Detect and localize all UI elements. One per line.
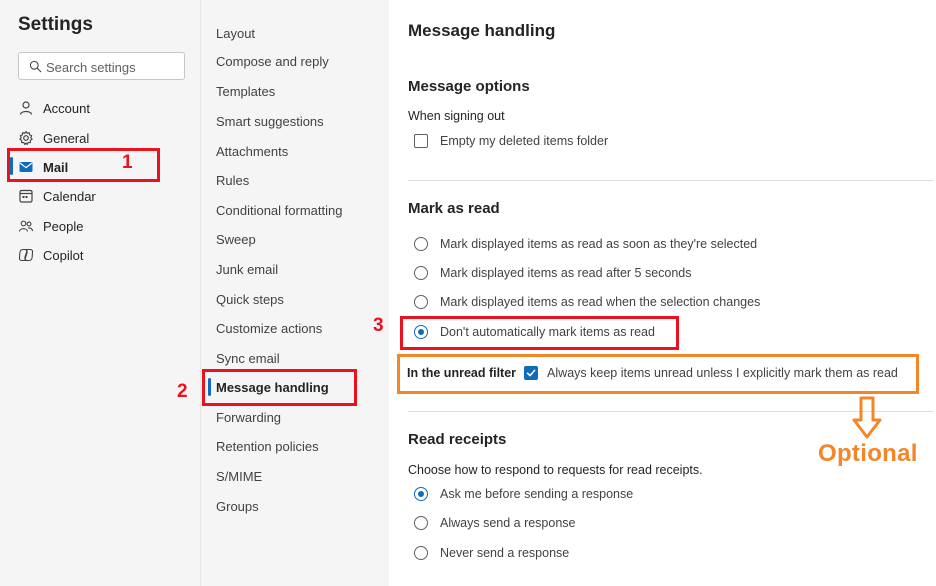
annotation-step-1: 1 — [122, 152, 133, 173]
radio-mark-read-after-5s[interactable]: Mark displayed items as read after 5 sec… — [414, 263, 692, 283]
radio-label: Always send a response — [440, 516, 576, 530]
settings-title: Settings — [18, 14, 93, 35]
annotation-box-message-handling — [202, 369, 357, 406]
section-title-message-options: Message options — [408, 78, 530, 95]
search-settings-box[interactable] — [18, 52, 185, 80]
subnav-item-templates[interactable]: Templates — [216, 83, 275, 101]
annotation-box-mail — [7, 148, 160, 182]
subnav-item-rules[interactable]: Rules — [216, 172, 249, 190]
subnav-item-conditional-formatting[interactable]: Conditional formatting — [216, 202, 342, 220]
annotation-optional-label: Optional — [818, 440, 918, 467]
nav-item-label: Account — [43, 100, 90, 116]
nav-item-people[interactable]: People — [18, 215, 83, 237]
empty-deleted-items-checkbox[interactable]: Empty my deleted items folder — [414, 131, 608, 151]
subnav-item-retention-policies[interactable]: Retention policies — [216, 438, 319, 456]
section-divider — [408, 180, 934, 181]
annotation-box-dont-mark-read — [400, 316, 679, 350]
nav-item-general[interactable]: General — [18, 127, 89, 149]
subnav-item-sweep[interactable]: Sweep — [216, 231, 256, 249]
subnav-item-smime[interactable]: S/MIME — [216, 468, 262, 486]
radio-mark-read-on-select[interactable]: Mark displayed items as read as soon as … — [414, 234, 757, 254]
radio-mark-read-on-selection-change[interactable]: Mark displayed items as read when the se… — [414, 292, 760, 312]
annotation-step-2: 2 — [177, 381, 188, 402]
radio-ask-before-sending[interactable]: Ask me before sending a response — [414, 484, 633, 504]
section-title-mark-as-read: Mark as read — [408, 200, 500, 217]
arrow-down-icon — [852, 396, 882, 439]
annotation-step-3: 3 — [373, 315, 384, 336]
subnav-item-customize-actions[interactable]: Customize actions — [216, 320, 322, 338]
subnav-item-smart-suggestions[interactable]: Smart suggestions — [216, 113, 324, 131]
person-icon — [19, 101, 33, 115]
radio-label: Mark displayed items as read after 5 sec… — [440, 266, 692, 280]
subnav-item-forwarding[interactable]: Forwarding — [216, 409, 281, 427]
gear-icon — [19, 130, 33, 146]
radio-label: Mark displayed items as read as soon as … — [440, 237, 758, 251]
read-receipts-description: Choose how to respond to requests for re… — [408, 463, 703, 477]
nav-item-account[interactable]: Account — [18, 97, 90, 119]
subnav-item-quick-steps[interactable]: Quick steps — [216, 291, 284, 309]
page-title: Message handling — [408, 21, 556, 40]
nav-item-copilot[interactable]: Copilot — [18, 244, 83, 266]
radio-label: Mark displayed items as read when the se… — [440, 295, 761, 309]
radio-never-send[interactable]: Never send a response — [414, 543, 569, 563]
nav-item-label: People — [43, 218, 84, 234]
nav-item-label: Calendar — [43, 188, 96, 204]
people-icon — [18, 220, 34, 232]
radio-circle[interactable] — [414, 546, 428, 560]
radio-circle[interactable] — [414, 237, 428, 251]
annotation-box-unread-filter — [397, 354, 919, 394]
subnav-item-layout[interactable]: Layout — [216, 25, 255, 43]
subnav-item-groups[interactable]: Groups — [216, 498, 259, 516]
settings-nav-pane — [0, 0, 200, 586]
radio-always-send[interactable]: Always send a response — [414, 513, 576, 533]
calendar-icon — [19, 189, 33, 203]
radio-label: Never send a response — [440, 546, 570, 560]
radio-circle[interactable] — [414, 266, 428, 280]
radio-circle-selected[interactable] — [414, 487, 428, 501]
radio-label: Ask me before sending a response — [440, 487, 634, 501]
subnav-item-attachments[interactable]: Attachments — [216, 143, 288, 161]
checkbox-box[interactable] — [414, 134, 428, 148]
search-icon — [29, 60, 42, 73]
section-title-read-receipts: Read receipts — [408, 431, 507, 448]
search-settings-input[interactable] — [46, 57, 181, 77]
nav-item-label: General — [43, 130, 90, 146]
copilot-icon — [18, 248, 34, 262]
subnav-item-junk-email[interactable]: Junk email — [216, 261, 278, 279]
checkbox-label: Empty my deleted items folder — [440, 134, 609, 148]
subnav-item-sync-email[interactable]: Sync email — [216, 350, 280, 368]
radio-circle[interactable] — [414, 516, 428, 530]
nav-item-label: Copilot — [43, 247, 84, 263]
nav-item-calendar[interactable]: Calendar — [18, 185, 96, 207]
subnav-item-compose-and-reply[interactable]: Compose and reply — [216, 53, 329, 71]
radio-circle[interactable] — [414, 295, 428, 309]
when-signing-out-label: When signing out — [408, 109, 505, 123]
